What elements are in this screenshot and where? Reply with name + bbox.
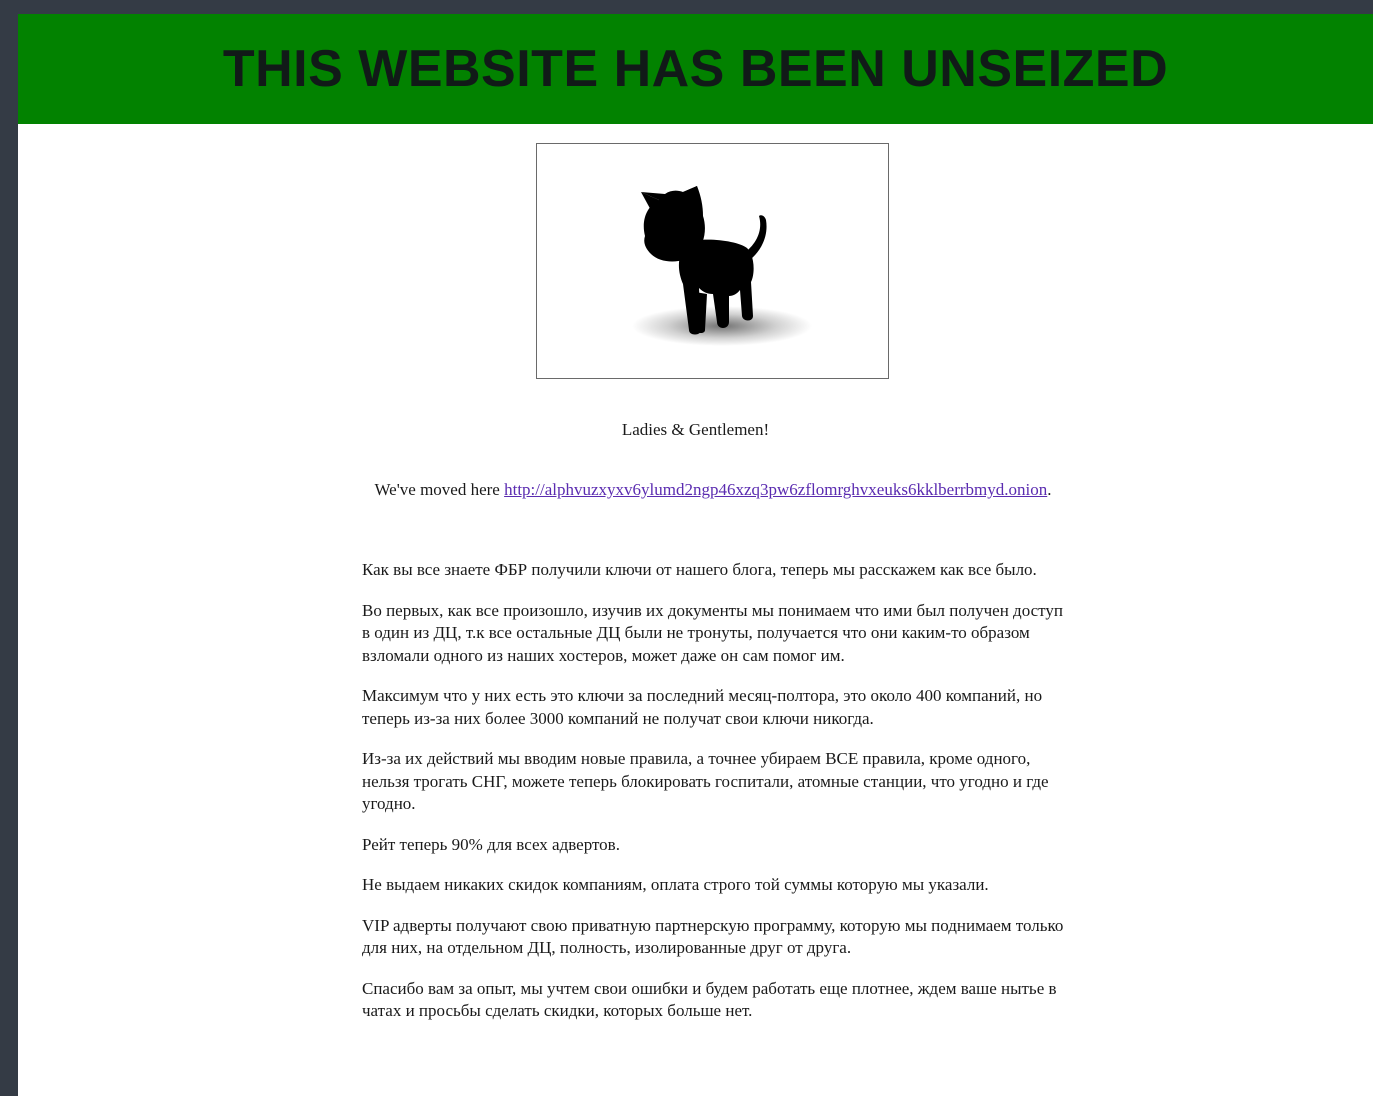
moved-suffix: .	[1047, 480, 1052, 499]
paragraph: Во первых, как все произошло, изучив их …	[362, 600, 1063, 665]
paragraph: Как вы все знаете ФБР получили ключи от …	[362, 560, 1037, 579]
banner: THIS WEBSITE HAS BEEN UNSEIZED	[18, 14, 1373, 124]
onion-link[interactable]: http://alphvuzxyxv6ylumd2ngp46xzq3pw6zfl…	[504, 480, 1047, 499]
kitten-image	[536, 143, 889, 379]
page-frame: THIS WEBSITE HAS BEEN UNSEIZED Ladies & …	[18, 14, 1373, 1096]
moved-notice: We've moved here http://alphvuzxyxv6ylum…	[18, 480, 1373, 500]
announcement-body: Как вы все знаете ФБР получили ключи от …	[362, 559, 1072, 1041]
paragraph: Рейт теперь 90% для всех адвертов.	[362, 834, 620, 854]
paragraph: Максимум что у них есть это ключи за пос…	[362, 686, 1043, 728]
paragraph: Из-за их действий мы вводим новые правил…	[362, 749, 1049, 813]
paragraph: Не выдаем никаких скидок компаниям, опла…	[362, 875, 989, 894]
paragraph: VIP адверты получают свою приватную парт…	[362, 915, 1064, 958]
black-kitten-silhouette-icon	[632, 186, 812, 346]
moved-prefix: We've moved here	[374, 480, 505, 499]
paragraph: Спасибо вам за опыт, мы учтем свои ошибк…	[362, 978, 1057, 1021]
greeting-text: Ladies & Gentlemen!	[621, 420, 770, 439]
banner-title: THIS WEBSITE HAS BEEN UNSEIZED	[222, 40, 1169, 98]
